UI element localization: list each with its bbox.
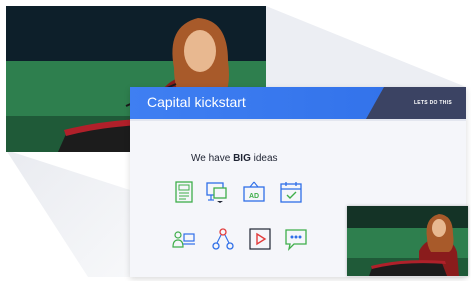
ad-label: AD (249, 193, 259, 200)
play-video-icon (247, 226, 273, 252)
slide-headline: We have BIG ideas (191, 153, 278, 164)
headline-prefix: We have (191, 153, 234, 164)
chat-bubble-icon (283, 226, 309, 252)
ad-billboard-icon: AD (241, 179, 267, 205)
document-icon (171, 179, 197, 205)
presentation-icon (204, 179, 230, 205)
slide-title: Capital kickstart (147, 94, 246, 110)
headline-suffix: ideas (250, 153, 278, 164)
network-nodes-icon (210, 226, 236, 252)
calendar-check-icon (278, 179, 304, 205)
slide-tag: LETS DO THIS (413, 100, 452, 106)
slide-divider (130, 119, 466, 121)
headline-bold: BIG (233, 153, 251, 164)
speaker-thumbnail (347, 206, 468, 276)
team-computer-icon (171, 226, 197, 252)
